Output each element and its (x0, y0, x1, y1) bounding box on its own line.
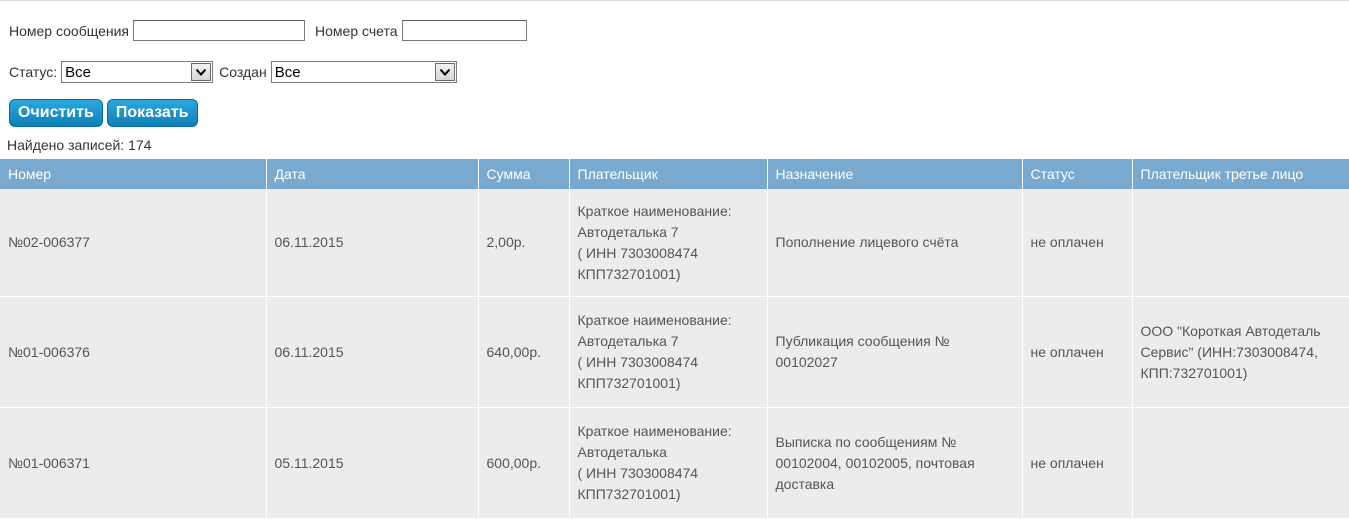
cell-third-party (1132, 407, 1349, 519)
cell-sum: 640,00р. (478, 296, 570, 408)
cell-number: №01-006371 (0, 407, 267, 519)
payer-line: КПП732701001) (577, 265, 681, 282)
cell-number: №02-006377 (0, 189, 267, 297)
column-header-payer[interactable]: Плательщик (569, 159, 768, 189)
cell-sum: 600,00р. (478, 407, 570, 519)
third-party-line: КПП:732701001) (1140, 364, 1248, 381)
account-number-input[interactable] (401, 20, 527, 41)
column-header-number[interactable]: Номер (0, 159, 267, 189)
purpose-line: Пополнение лицевого счёта (775, 234, 959, 250)
purpose-line: Публикация сообщения № (775, 333, 950, 349)
table-row[interactable]: №02-006377 06.11.2015 2,00р. Краткое наи… (0, 189, 1349, 297)
cell-payer: Краткое наименование: Автодеталька 7 ( И… (569, 296, 768, 408)
third-party-line: ООО "Короткая Автодеталь (1140, 322, 1321, 339)
status-select[interactable]: Все (61, 61, 214, 83)
cell-purpose: Публикация сообщения № 00102027 (767, 296, 1023, 408)
created-label: Создан (219, 64, 267, 80)
payments-table: Номер Дата Сумма Плательщик Назначение С… (0, 159, 1349, 519)
payer-line: Автодеталька (577, 444, 667, 460)
cell-purpose: Пополнение лицевого счёта (767, 189, 1023, 297)
cell-sum: 2,00р. (478, 189, 570, 297)
cell-date: 06.11.2015 (266, 189, 479, 297)
message-number-input[interactable] (133, 20, 306, 41)
action-buttons: Очистить Показать (9, 99, 198, 127)
payer-line: ( ИНН 7303008474 (577, 465, 699, 481)
cell-status: не оплачен (1022, 189, 1133, 297)
records-found-count: Найдено записей: 174 (7, 137, 152, 153)
payer-line: КПП732701001) (577, 375, 681, 391)
table-row[interactable]: №01-006371 05.11.2015 600,00р. Краткое н… (0, 407, 1349, 519)
payer-line: Автодеталька 7 (577, 223, 679, 240)
payer-line: Краткое наименование: (577, 202, 732, 219)
status-select-value: Все (65, 63, 92, 81)
column-header-purpose[interactable]: Назначение (767, 159, 1023, 189)
cell-status: не оплачен (1022, 296, 1133, 408)
chevron-down-icon[interactable] (434, 63, 455, 81)
clear-button[interactable]: Очистить (9, 99, 103, 127)
payer-line: ( ИНН 7303008474 (577, 354, 699, 370)
third-party-line: Сервис" (ИНН:7303008474, (1140, 343, 1318, 360)
cell-number: №01-006376 (0, 296, 267, 408)
table-row[interactable]: №01-006376 06.11.2015 640,00р. Краткое н… (0, 296, 1349, 408)
status-label: Статус: (9, 64, 58, 80)
cell-payer: Краткое наименование: Автодеталька 7 ( И… (569, 189, 768, 297)
payer-line: ( ИНН 7303008474 (577, 244, 699, 261)
column-header-status[interactable]: Статус (1022, 159, 1133, 189)
column-header-sum[interactable]: Сумма (478, 159, 570, 189)
top-divider (0, 0, 1349, 1)
chevron-down-icon[interactable] (191, 63, 212, 81)
purpose-line: доставка (775, 475, 835, 492)
created-select[interactable]: Все (270, 61, 457, 83)
cell-date: 05.11.2015 (266, 407, 479, 519)
cell-third-party (1132, 189, 1349, 297)
cell-payer: Краткое наименование: Автодеталька ( ИНН… (569, 407, 768, 519)
cell-third-party: ООО "Короткая Автодеталь Сервис" (ИНН:73… (1132, 296, 1349, 408)
filter-row-numbers: Номер сообщения Номер счета (9, 20, 527, 41)
cell-date: 06.11.2015 (266, 296, 479, 408)
purpose-line: 00102004, 00102005, почтовая (775, 454, 975, 471)
payer-line: КПП732701001) (577, 486, 681, 502)
column-header-date[interactable]: Дата (266, 159, 479, 189)
cell-purpose: Выписка по сообщениям № 00102004, 001020… (767, 407, 1023, 519)
purpose-line: 00102027 (775, 354, 838, 370)
table-header-row: Номер Дата Сумма Плательщик Назначение С… (0, 159, 1349, 189)
show-button[interactable]: Показать (106, 99, 198, 127)
account-number-label: Номер счета (315, 22, 398, 39)
payer-line: Краткое наименование: (577, 423, 732, 439)
payer-line: Автодеталька 7 (577, 333, 679, 349)
filter-row-status: Статус: Все Создан Все (9, 61, 457, 83)
purpose-line: Выписка по сообщениям № (775, 433, 957, 450)
payer-line: Краткое наименование: (577, 312, 732, 328)
cell-status: не оплачен (1022, 407, 1133, 519)
message-number-label: Номер сообщения (9, 22, 130, 39)
column-header-third-party[interactable]: Плательщик третье лицо (1132, 159, 1349, 189)
created-select-value: Все (274, 63, 301, 81)
